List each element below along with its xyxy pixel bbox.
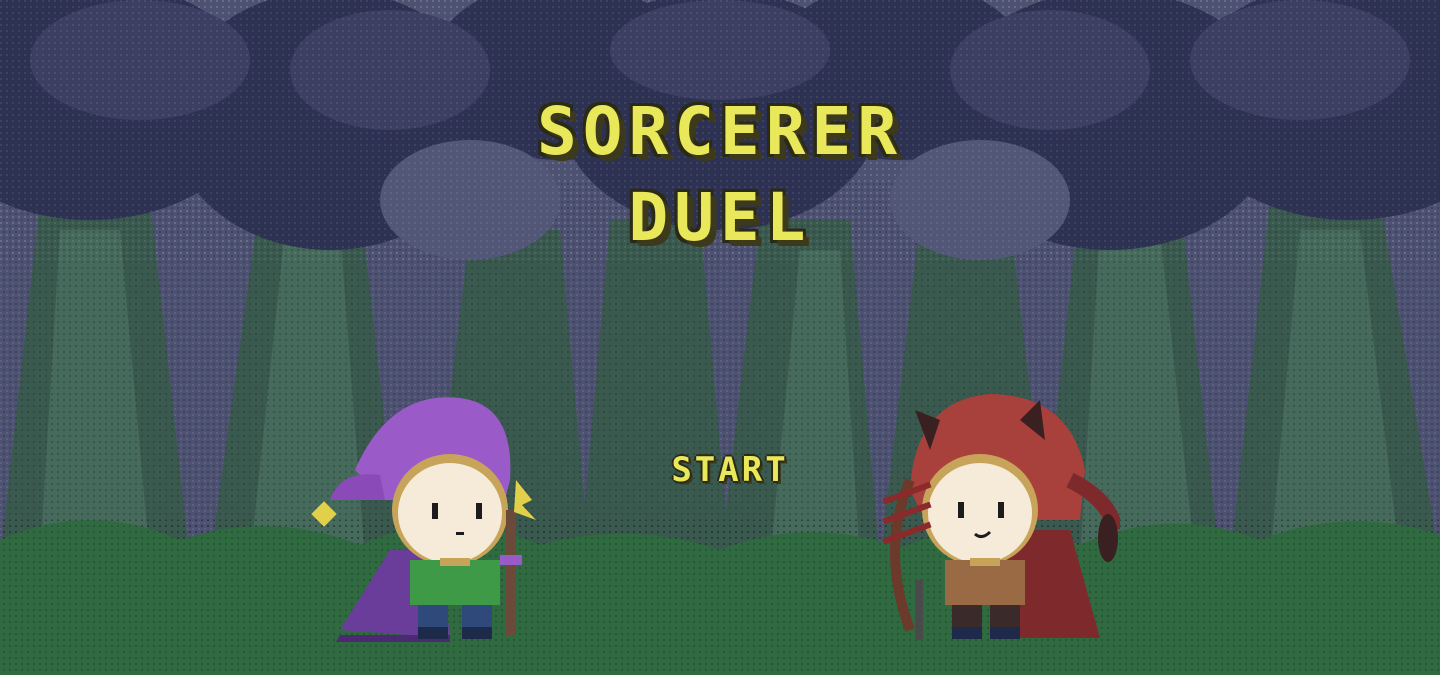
purple-wizard-icon bbox=[311, 397, 536, 642]
game-title-line-1: SORCERER bbox=[537, 93, 903, 170]
game-title-line-2: DUEL bbox=[628, 179, 812, 256]
start-button[interactable]: START bbox=[640, 446, 820, 494]
red-hooded-archer-icon bbox=[882, 394, 1120, 640]
game-title-screen: SORCERER DUEL START bbox=[0, 0, 1440, 675]
